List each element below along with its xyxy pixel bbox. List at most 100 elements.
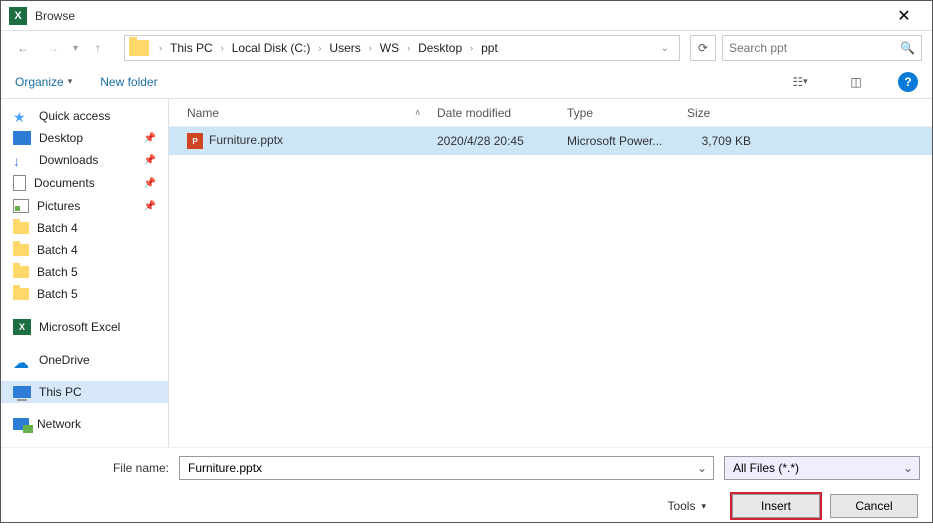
sidebar-item-network[interactable]: Network — [1, 413, 168, 435]
filetype-dropdown[interactable]: All Files (*.*) ⌄ — [724, 456, 920, 480]
file-date-cell: 2020/4/28 20:45 — [429, 134, 559, 148]
chevron-right-icon: › — [403, 43, 414, 53]
refresh-button[interactable]: ⟳ — [690, 35, 716, 61]
sidebar-item-label: Batch 5 — [37, 265, 78, 279]
bottom-panel: File name: ⌄ All Files (*.*) ⌄ Tools ▾ I… — [1, 447, 932, 530]
chevron-down-icon[interactable]: ⌄ — [697, 461, 707, 475]
sidebar-item-label: Downloads — [39, 153, 98, 167]
chevron-right-icon: › — [217, 43, 228, 53]
sidebar: Quick accessDesktop📌Downloads📌Documents📌… — [1, 99, 169, 447]
pic-icon — [13, 199, 29, 213]
close-button[interactable]: ✕ — [884, 6, 924, 26]
filename-label: File name: — [101, 461, 169, 475]
sidebar-item-batch-5[interactable]: Batch 5 — [1, 261, 168, 283]
view-options-button[interactable]: ☷ ▾ — [786, 70, 814, 94]
folder-icon — [13, 288, 29, 300]
sidebar-item-label: Batch 4 — [37, 243, 78, 257]
pc-icon — [13, 386, 31, 398]
sidebar-item-label: Pictures — [37, 199, 80, 213]
folder-icon — [13, 266, 29, 278]
sidebar-item-batch-4[interactable]: Batch 4 — [1, 217, 168, 239]
file-name-cell: PFurniture.pptx — [179, 133, 429, 150]
col-name[interactable]: Name∧ — [179, 106, 429, 120]
breadcrumb-item[interactable]: ppt — [479, 39, 500, 57]
breadcrumb-item[interactable]: Desktop — [416, 39, 464, 57]
net-icon — [13, 418, 29, 430]
doc-icon — [13, 175, 26, 191]
file-size-cell: 3,709 KB — [679, 134, 759, 148]
chevron-right-icon: › — [466, 43, 477, 53]
preview-pane-button[interactable]: ◫ — [842, 70, 870, 94]
sidebar-item-label: Batch 5 — [37, 287, 78, 301]
breadcrumb-dropdown[interactable]: ⌄ — [655, 43, 675, 54]
col-date[interactable]: Date modified — [429, 106, 559, 120]
breadcrumb-item[interactable]: This PC — [168, 39, 215, 57]
help-button[interactable]: ? — [898, 72, 918, 92]
folder-icon — [13, 244, 29, 256]
up-button[interactable]: ↑ — [86, 36, 110, 60]
breadcrumb-item[interactable]: Users — [327, 39, 362, 57]
tools-menu[interactable]: Tools ▾ — [667, 499, 706, 513]
excel-app-icon: X — [9, 7, 27, 25]
organize-menu[interactable]: Organize ▾ — [15, 75, 72, 89]
col-type[interactable]: Type — [559, 106, 679, 120]
sidebar-item-microsoft-excel[interactable]: X Microsoft Excel — [1, 315, 168, 339]
titlebar: X Browse ✕ — [1, 1, 932, 31]
chevron-down-icon: ⌄ — [903, 461, 913, 475]
breadcrumb[interactable]: › This PC › Local Disk (C:) › Users › WS… — [124, 35, 680, 61]
pin-icon: 📌 — [144, 201, 156, 212]
new-folder-button[interactable]: New folder — [100, 75, 157, 89]
powerpoint-icon: P — [187, 133, 203, 149]
sidebar-item-batch-4[interactable]: Batch 4 — [1, 239, 168, 261]
search-icon: 🔍 — [900, 41, 915, 55]
search-box[interactable]: 🔍 — [722, 35, 922, 61]
sidebar-item-documents[interactable]: Documents 📌 — [1, 171, 168, 195]
breadcrumb-item[interactable]: Local Disk (C:) — [230, 39, 313, 57]
pin-icon: 📌 — [144, 178, 156, 189]
filename-input[interactable] — [188, 461, 697, 475]
search-input[interactable] — [729, 41, 900, 55]
file-list: Name∧ Date modified Type Size PFurniture… — [169, 99, 932, 447]
history-dropdown[interactable]: ▾ — [73, 43, 78, 54]
folder-icon — [13, 222, 29, 234]
sidebar-item-quick-access[interactable]: Quick access — [1, 105, 168, 127]
sidebar-item-desktop[interactable]: Desktop 📌 — [1, 127, 168, 149]
nav-row: ← → ▾ ↑ › This PC › Local Disk (C:) › Us… — [1, 31, 932, 65]
sidebar-item-label: Desktop — [39, 131, 83, 145]
chevron-right-icon: › — [314, 43, 325, 53]
column-headers: Name∧ Date modified Type Size — [169, 99, 932, 127]
insert-button[interactable]: Insert — [732, 494, 820, 518]
odrive-icon — [13, 353, 31, 367]
toolbar: Organize ▾ New folder ☷ ▾ ◫ ? — [1, 65, 932, 99]
breadcrumb-item[interactable]: WS — [378, 39, 401, 57]
forward-button[interactable]: → — [41, 36, 65, 60]
window-title: Browse — [35, 9, 884, 23]
sidebar-item-label: Quick access — [39, 109, 110, 123]
sidebar-item-onedrive[interactable]: OneDrive — [1, 349, 168, 371]
sort-asc-icon: ∧ — [414, 107, 421, 118]
chevron-right-icon: › — [365, 43, 376, 53]
chevron-right-icon: › — [155, 43, 166, 53]
sidebar-item-pictures[interactable]: Pictures 📌 — [1, 195, 168, 217]
desktop-icon — [13, 131, 31, 145]
main-area: Quick accessDesktop📌Downloads📌Documents📌… — [1, 99, 932, 447]
star-icon — [13, 109, 31, 123]
sidebar-item-label: Documents — [34, 176, 95, 190]
filename-combobox[interactable]: ⌄ — [179, 456, 714, 480]
sidebar-item-label: This PC — [39, 385, 82, 399]
sidebar-item-this-pc[interactable]: This PC — [1, 381, 168, 403]
sidebar-item-label: Batch 4 — [37, 221, 78, 235]
sidebar-item-batch-5[interactable]: Batch 5 — [1, 283, 168, 305]
cancel-button[interactable]: Cancel — [830, 494, 918, 518]
file-type-cell: Microsoft Power... — [559, 134, 679, 148]
folder-icon — [129, 40, 149, 56]
file-row[interactable]: PFurniture.pptx2020/4/28 20:45Microsoft … — [169, 127, 932, 155]
sidebar-item-label: OneDrive — [39, 353, 90, 367]
col-size[interactable]: Size — [679, 106, 759, 120]
excel-icon: X — [13, 319, 31, 335]
back-button[interactable]: ← — [11, 36, 35, 60]
down-icon — [13, 153, 31, 167]
pin-icon: 📌 — [144, 133, 156, 144]
sidebar-item-label: Microsoft Excel — [39, 320, 120, 334]
sidebar-item-downloads[interactable]: Downloads📌 — [1, 149, 168, 171]
